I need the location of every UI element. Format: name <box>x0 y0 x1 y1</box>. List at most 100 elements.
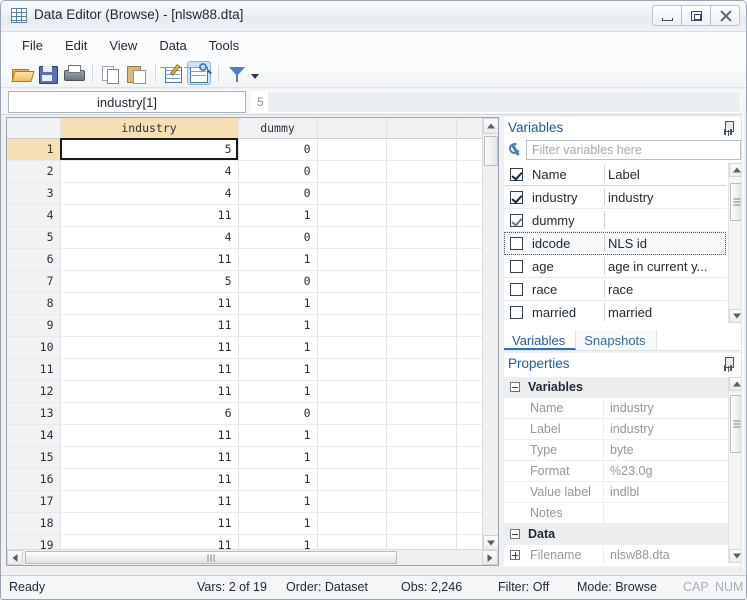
variable-row[interactable]: idcode NLS id <box>504 232 726 255</box>
cell-dummy[interactable]: 0 <box>238 182 318 205</box>
menu-data[interactable]: Data <box>148 35 197 56</box>
cell-empty-3[interactable] <box>456 292 483 315</box>
tab-variables[interactable]: Variables <box>504 330 577 350</box>
cell-empty-1[interactable] <box>317 446 387 469</box>
property-row[interactable]: Label industry <box>504 418 728 440</box>
table-row[interactable]: 11 11 1 <box>7 358 483 381</box>
cell-empty-2[interactable] <box>386 314 457 337</box>
variable-checkbox[interactable] <box>504 236 528 250</box>
property-value[interactable]: indlbl <box>603 481 728 503</box>
cell-industry[interactable]: 11 <box>60 490 239 513</box>
cell-dummy[interactable]: 0 <box>238 402 318 425</box>
cell-empty-2[interactable] <box>386 204 457 227</box>
cell-empty-1[interactable] <box>317 490 387 513</box>
cell-dummy[interactable]: 1 <box>238 204 318 227</box>
cell-empty-1[interactable] <box>317 512 387 535</box>
column-header-empty-2[interactable] <box>386 118 457 139</box>
cell-dummy[interactable]: 1 <box>238 292 318 315</box>
cell-empty-2[interactable] <box>386 380 457 403</box>
row-header[interactable]: 17 <box>7 490 61 513</box>
cell-empty-3[interactable] <box>456 204 483 227</box>
row-header[interactable]: 10 <box>7 336 61 359</box>
cell-industry[interactable]: 11 <box>60 380 239 403</box>
cell-empty-1[interactable] <box>317 248 387 271</box>
save-icon[interactable] <box>35 61 59 85</box>
table-row[interactable]: 18 11 1 <box>7 512 483 535</box>
cell-industry[interactable]: 11 <box>60 358 239 381</box>
property-value[interactable]: industry <box>603 418 728 440</box>
cell-empty-1[interactable] <box>317 160 387 183</box>
cell-industry[interactable]: 4 <box>60 160 239 183</box>
scroll-left-button[interactable] <box>7 550 23 565</box>
row-header[interactable]: 15 <box>7 446 61 469</box>
cell-empty-3[interactable] <box>456 424 483 447</box>
menu-view[interactable]: View <box>98 35 148 56</box>
variables-filter-input[interactable]: Filter variables here <box>526 140 741 160</box>
cell-empty-2[interactable] <box>386 182 457 205</box>
row-header[interactable]: 6 <box>7 248 61 271</box>
cell-empty-1[interactable] <box>317 402 387 425</box>
cell-empty-3[interactable] <box>456 402 483 425</box>
cell-dummy[interactable]: 1 <box>238 468 318 491</box>
cell-empty-1[interactable] <box>317 358 387 381</box>
cell-reference-input[interactable]: industry[1] <box>8 91 246 113</box>
vertical-scroll-thumb[interactable] <box>484 136 498 166</box>
cell-empty-3[interactable] <box>456 446 483 469</box>
cell-empty-2[interactable] <box>386 358 457 381</box>
table-row[interactable]: 240 <box>7 160 483 183</box>
cell-industry[interactable]: 6 <box>60 402 239 425</box>
cell-empty-1[interactable] <box>317 314 387 337</box>
pin-icon[interactable] <box>722 357 735 372</box>
column-header-dummy[interactable]: dummy <box>238 118 318 139</box>
cell-empty-1[interactable] <box>317 468 387 491</box>
cell-empty-1[interactable] <box>317 292 387 315</box>
row-header[interactable]: 9 <box>7 314 61 337</box>
cell-empty-1[interactable] <box>317 380 387 403</box>
cell-empty-2[interactable] <box>386 446 457 469</box>
cell-empty-2[interactable] <box>386 226 457 249</box>
property-row[interactable]: Name industry <box>504 397 728 419</box>
cell-industry[interactable]: 11 <box>60 204 239 227</box>
cell-empty-1[interactable] <box>317 182 387 205</box>
cell-industry[interactable]: 11 <box>60 292 239 315</box>
cell-dummy[interactable]: 1 <box>238 358 318 381</box>
property-row[interactable]: Value label indlbl <box>504 481 728 503</box>
grid-horizontal-scrollbar[interactable] <box>7 549 498 565</box>
cell-value-input[interactable]: 5 <box>251 91 741 113</box>
row-header[interactable]: 4 <box>7 204 61 227</box>
cell-dummy[interactable]: 0 <box>238 138 318 161</box>
variable-row[interactable]: race race <box>504 278 726 301</box>
table-row[interactable]: 540 <box>7 226 483 249</box>
table-row[interactable]: 6 11 1 <box>7 248 483 271</box>
pin-icon[interactable] <box>722 121 735 136</box>
cell-empty-3[interactable] <box>456 490 483 513</box>
cell-empty-3[interactable] <box>456 380 483 403</box>
tab-snapshots[interactable]: Snapshots <box>576 330 657 350</box>
cell-empty-3[interactable] <box>456 468 483 491</box>
cell-empty-2[interactable] <box>386 512 457 535</box>
property-value[interactable] <box>603 502 728 524</box>
cell-industry[interactable]: 11 <box>60 314 239 337</box>
cell-industry[interactable]: 11 <box>60 512 239 535</box>
menu-file[interactable]: File <box>11 35 54 56</box>
cell-empty-3[interactable] <box>456 314 483 337</box>
cell-empty-2[interactable] <box>386 160 457 183</box>
row-header[interactable]: 14 <box>7 424 61 447</box>
cell-empty-3[interactable] <box>456 512 483 535</box>
cell-empty-1[interactable] <box>317 336 387 359</box>
scroll-up-button[interactable] <box>483 118 498 134</box>
variable-row[interactable]: industry industry <box>504 186 726 209</box>
expand-icon[interactable] <box>504 550 526 560</box>
cell-empty-3[interactable] <box>456 248 483 271</box>
cell-empty-1[interactable] <box>317 138 387 161</box>
row-header[interactable]: 5 <box>7 226 61 249</box>
wrench-icon[interactable] <box>506 141 526 159</box>
row-header[interactable]: 2 <box>7 160 61 183</box>
cell-dummy[interactable]: 1 <box>238 512 318 535</box>
property-value[interactable]: byte <box>603 439 728 461</box>
column-header-empty-1[interactable] <box>317 118 387 139</box>
menu-tools[interactable]: Tools <box>198 35 250 56</box>
variable-checkbox[interactable] <box>504 305 528 319</box>
cell-dummy[interactable]: 1 <box>238 248 318 271</box>
variable-row[interactable]: dummy <box>504 209 726 232</box>
